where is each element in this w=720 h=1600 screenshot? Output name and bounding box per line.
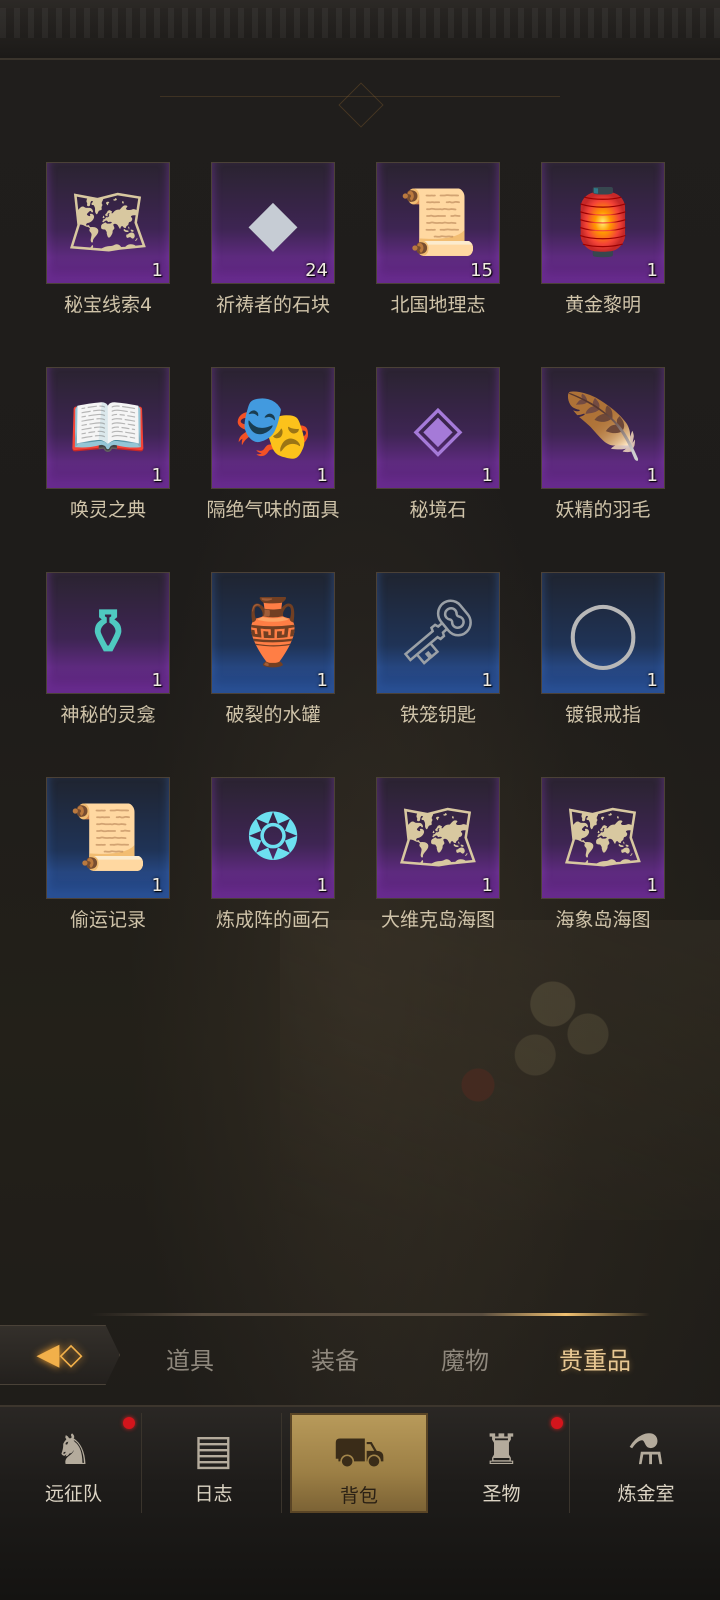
item-name: 镀银戒指 [564, 704, 641, 726]
item-name: 铁笼钥匙 [399, 704, 476, 726]
item-count: 1 [646, 260, 658, 281]
item-count: 1 [646, 875, 658, 896]
item-count: 1 [481, 875, 493, 896]
item-count: 1 [316, 670, 328, 691]
item-count: 24 [305, 260, 328, 281]
item-slot: ❂ 1 [211, 777, 335, 899]
item-slot: ⚱ 1 [46, 572, 170, 694]
tab-divider-line [90, 1313, 650, 1316]
item-name: 偷运记录 [69, 909, 146, 931]
inventory-item[interactable]: 🗝 1 铁笼钥匙 [376, 572, 500, 777]
item-name: 炼成阵的画石 [215, 909, 330, 931]
inventory-item[interactable]: 🗺 1 大维克岛海图 [376, 777, 500, 982]
item-name: 祈祷者的石块 [215, 294, 330, 316]
inventory-item[interactable]: ◆ 24 祈祷者的石块 [211, 162, 335, 367]
item-slot: 🪶 1 [541, 367, 665, 489]
journal-icon: ▤ [193, 1425, 234, 1474]
alchemy-icon: ⚗ [627, 1425, 665, 1474]
item-slot: ◈ 1 [376, 367, 500, 489]
item-count: 1 [151, 260, 163, 281]
item-name: 妖精的羽毛 [555, 499, 651, 521]
inventory-item[interactable]: 📜 15 北国地理志 [376, 162, 500, 367]
inventory-item[interactable]: 🏮 1 黄金黎明 [541, 162, 665, 367]
item-slot: 🗝 1 [376, 572, 500, 694]
nav-journal[interactable]: ▤ 日志 [146, 1413, 282, 1513]
item-count: 1 [481, 465, 493, 486]
item-slot: ◆ 24 [211, 162, 335, 284]
item-name: 隔绝气味的面具 [206, 499, 340, 521]
notification-badge [551, 1417, 563, 1429]
item-count: 1 [646, 670, 658, 691]
nav-label: 远征队 [44, 1483, 102, 1505]
nav-relics[interactable]: ♜ 圣物 [434, 1413, 570, 1513]
item-slot: 📜 15 [376, 162, 500, 284]
chalice-icon: ♜ [482, 1425, 521, 1474]
item-slot: 🗺 1 [376, 777, 500, 899]
tab-items[interactable]: 道具 [125, 1330, 255, 1386]
category-toggle-button[interactable]: ◀◇ [0, 1325, 120, 1385]
tab-valuables[interactable]: 贵重品 [530, 1330, 660, 1386]
inventory-grid: 🗺 1 秘宝线索4 ◆ 24 祈祷者的石块 📜 15 北国地理志 🏮 1 黄金黎明 📖 1 唤灵之典 🎭 1 隔绝… [46, 162, 676, 982]
item-slot: 📖 1 [46, 367, 170, 489]
item-slot: 🗺 1 [46, 162, 170, 284]
item-slot: 🏮 1 [541, 162, 665, 284]
item-count: 1 [646, 465, 658, 486]
inventory-item[interactable]: ◈ 1 秘境石 [376, 367, 500, 572]
item-name: 秘境石 [409, 499, 467, 521]
nav-label: 背包 [339, 1485, 378, 1507]
inventory-item[interactable]: ⚱ 1 神秘的灵龛 [46, 572, 170, 777]
item-name: 唤灵之典 [69, 499, 146, 521]
item-slot: 🎭 1 [211, 367, 335, 489]
inventory-item[interactable]: 🏺 1 破裂的水罐 [211, 572, 335, 777]
inventory-item[interactable]: ◯ 1 镀银戒指 [541, 572, 665, 777]
item-name: 大维克岛海图 [380, 909, 495, 931]
item-name: 破裂的水罐 [225, 704, 321, 726]
item-slot: 🏺 1 [211, 572, 335, 694]
top-divider-ornament [160, 96, 560, 136]
inventory-item[interactable]: ❂ 1 炼成阵的画石 [211, 777, 335, 982]
inventory-item[interactable]: 🎭 1 隔绝气味的面具 [206, 367, 340, 572]
nav-alchemy[interactable]: ⚗ 炼金室 [578, 1413, 714, 1513]
tab-monsters[interactable]: 魔物 [400, 1330, 530, 1386]
inventory-item[interactable]: 🗺 1 海象岛海图 [541, 777, 665, 982]
item-slot: 🗺 1 [541, 777, 665, 899]
item-count: 1 [151, 670, 163, 691]
arrow-left-icon: ◀◇ [36, 1337, 83, 1372]
backpack-icon: ⛟ [332, 1427, 386, 1476]
item-slot: 📜 1 [46, 777, 170, 899]
inventory-screen: 🗺 1 秘宝线索4 ◆ 24 祈祷者的石块 📜 15 北国地理志 🏮 1 黄金黎明 📖 1 唤灵之典 🎭 1 隔绝… [0, 0, 720, 1600]
nav-label: 炼金室 [617, 1483, 675, 1505]
inventory-item[interactable]: 🪶 1 妖精的羽毛 [541, 367, 665, 572]
inventory-item[interactable]: 📖 1 唤灵之典 [46, 367, 170, 572]
item-name: 秘宝线索4 [63, 294, 153, 316]
item-count: 1 [316, 875, 328, 896]
item-count: 1 [316, 465, 328, 486]
tab-equipment[interactable]: 装备 [270, 1330, 400, 1386]
item-name: 神秘的灵龛 [60, 704, 156, 726]
category-tabs: 道具 装备 魔物 贵重品 [125, 1330, 720, 1386]
nav-expedition[interactable]: ♞ 远征队 [6, 1413, 142, 1513]
item-count: 15 [470, 260, 493, 281]
item-name: 北国地理志 [390, 294, 486, 316]
inventory-item[interactable]: 🗺 1 秘宝线索4 [46, 162, 170, 367]
nav-label: 日志 [194, 1483, 233, 1505]
top-ornamental-frame [0, 0, 720, 60]
item-count: 1 [151, 875, 163, 896]
inventory-item[interactable]: 📜 1 偷运记录 [46, 777, 170, 982]
item-count: 1 [151, 465, 163, 486]
nav-label: 圣物 [482, 1483, 521, 1505]
nav-backpack[interactable]: ⛟ 背包 [290, 1413, 428, 1513]
notification-badge [123, 1417, 135, 1429]
item-name: 黄金黎明 [564, 294, 641, 316]
horned-helmet-icon: ♞ [54, 1425, 93, 1474]
item-count: 1 [481, 670, 493, 691]
item-name: 海象岛海图 [555, 909, 651, 931]
item-slot: ◯ 1 [541, 572, 665, 694]
bottom-navigation: ♞ 远征队 ▤ 日志 ⛟ 背包 ♜ 圣物 ⚗ 炼金室 [0, 1405, 720, 1600]
